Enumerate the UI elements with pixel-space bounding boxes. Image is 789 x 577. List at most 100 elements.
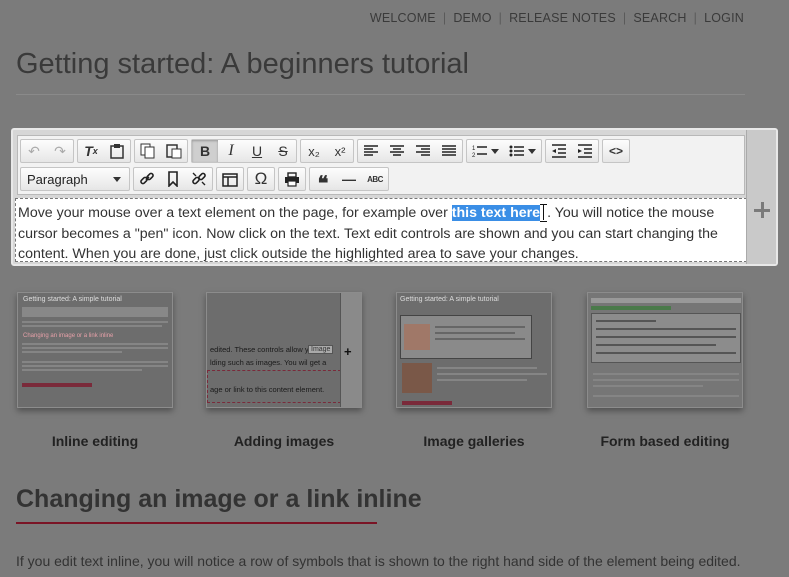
strikethrough-icon[interactable]: S	[270, 140, 296, 162]
subscript-icon[interactable]: x₂	[301, 140, 327, 162]
text-cursor-icon	[540, 204, 548, 222]
format-group: Paragraph	[20, 167, 130, 191]
thumb-image-galleries[interactable]: Getting started: A simple tutorial Image…	[396, 292, 554, 449]
thumb-line	[593, 379, 739, 381]
indent-group	[545, 139, 599, 163]
nav-separator: |	[693, 11, 698, 25]
bold-icon[interactable]: B	[192, 140, 218, 162]
superscript-icon[interactable]: x²	[327, 140, 353, 162]
block-group: ❝ — ABC	[309, 167, 389, 195]
clear-format-icon[interactable]: Tx	[78, 140, 104, 162]
thumb-adding-images[interactable]: edited. These controls allow y lding suc…	[206, 292, 364, 449]
thumb-caption: Image galleries	[423, 433, 525, 449]
thumb-line	[435, 338, 525, 340]
thumb-photo	[402, 363, 432, 393]
align-left-icon[interactable]	[358, 140, 384, 162]
template-icon[interactable]	[217, 168, 243, 190]
svg-text:1: 1	[472, 146, 476, 152]
italic-icon[interactable]: I	[218, 140, 244, 162]
thumb-title: Getting started: A simple tutorial	[400, 296, 499, 303]
format-select[interactable]: Paragraph	[21, 168, 129, 190]
thumb-image-tag: Image	[308, 345, 334, 354]
template-group	[216, 167, 244, 191]
special-char-icon[interactable]: Ω	[248, 168, 274, 190]
thumb-line	[593, 373, 739, 375]
clipboard-group: Tx	[77, 139, 131, 163]
nav-demo[interactable]: DEMO	[453, 11, 491, 25]
nav-release-notes[interactable]: RELEASE NOTES	[509, 11, 616, 25]
undo-icon[interactable]: ↶	[21, 140, 47, 162]
horizontal-rule-icon[interactable]: —	[336, 168, 362, 190]
thumb-toolbar	[22, 307, 168, 317]
thumb-image-form-editing	[587, 292, 743, 408]
thumb-line	[437, 379, 527, 381]
print-group	[278, 167, 306, 191]
section-title: Changing an image or a link inline	[16, 485, 422, 513]
thumb-button	[22, 383, 92, 387]
omega-group: Ω	[247, 167, 275, 191]
bookmark-icon[interactable]	[160, 168, 186, 190]
spellcheck-icon[interactable]: ABC	[362, 168, 388, 190]
thumb-text: edited. These controls allow y	[210, 345, 309, 354]
nav-separator: |	[442, 11, 447, 25]
content-highlight: this text here	[451, 205, 541, 221]
text-style-group: B I U S	[191, 139, 297, 163]
outdent-icon[interactable]	[546, 140, 572, 162]
thumb-button	[402, 401, 452, 405]
thumb-image-galleries-image: Getting started: A simple tutorial	[396, 292, 552, 408]
plus-icon[interactable]	[752, 200, 772, 220]
underline-icon[interactable]: U	[244, 140, 270, 162]
thumb-header-bar	[591, 298, 741, 303]
editable-content[interactable]: Move your mouse over a text element on t…	[15, 198, 747, 262]
paste-text-icon[interactable]	[161, 140, 187, 162]
align-right-icon[interactable]	[410, 140, 436, 162]
thumb-photo	[404, 324, 430, 350]
thumb-plus-icon: +	[344, 344, 352, 359]
indent-icon[interactable]	[572, 140, 598, 162]
print-icon[interactable]	[279, 168, 305, 190]
svg-text:2: 2	[472, 153, 476, 158]
code-icon[interactable]: <>	[603, 140, 629, 162]
thumb-edit-area	[207, 370, 341, 403]
thumb-text: lding such as images. You wil get a	[210, 358, 327, 367]
quote-icon[interactable]: ❝	[310, 168, 336, 195]
thumb-line	[435, 326, 525, 328]
nav-separator: |	[622, 11, 627, 25]
nav-welcome[interactable]: WELCOME	[370, 11, 436, 25]
thumb-subtitle: Changing an image or a link inline	[23, 333, 114, 339]
source-group: <>	[602, 139, 630, 163]
top-nav: WELCOME | DEMO | RELEASE NOTES | SEARCH | LOGIN	[370, 11, 744, 25]
nav-search[interactable]: SEARCH	[633, 11, 686, 25]
paste-icon[interactable]	[104, 140, 130, 162]
thumb-line	[22, 369, 142, 371]
toolbar-row-2: Paragraph Ω ❝ — ABC	[20, 166, 392, 195]
thumb-line	[596, 336, 736, 338]
thumb-line	[22, 361, 168, 363]
thumb-line	[596, 328, 736, 330]
thumb-line	[437, 373, 547, 375]
unlink-icon[interactable]	[186, 168, 212, 190]
inline-editor: ↶ ↷ Tx B I U S x₂ x² 1 2 <> Paragraph Ω …	[11, 128, 778, 266]
numbered-list-icon[interactable]: 12	[467, 140, 504, 162]
thumb-line	[22, 365, 168, 367]
thumb-image-adding-images: edited. These controls allow y lding suc…	[206, 292, 362, 408]
link-icon[interactable]	[134, 168, 160, 190]
justify-icon[interactable]	[436, 140, 462, 162]
link-group	[133, 167, 213, 191]
editor-side-panel	[746, 130, 776, 264]
thumb-form-editing[interactable]: Form based editing	[587, 292, 745, 449]
copy-icon[interactable]	[135, 140, 161, 162]
thumb-line	[22, 321, 168, 323]
section-body: If you edit text inline, you will notice…	[16, 553, 741, 569]
thumb-image-inline-editing: Getting started: A simple tutorial Chang…	[17, 292, 173, 408]
thumb-line	[22, 325, 162, 327]
section-underline	[16, 522, 377, 524]
thumb-inline-editing[interactable]: Getting started: A simple tutorial Chang…	[17, 292, 175, 449]
bullet-list-icon[interactable]	[504, 140, 541, 162]
align-center-icon[interactable]	[384, 140, 410, 162]
thumb-line	[437, 367, 537, 369]
nav-login[interactable]: LOGIN	[704, 11, 744, 25]
redo-icon[interactable]: ↷	[47, 140, 73, 162]
thumb-gallery-panel	[400, 315, 532, 359]
page-title: Getting started: A beginners tutorial	[16, 48, 469, 80]
